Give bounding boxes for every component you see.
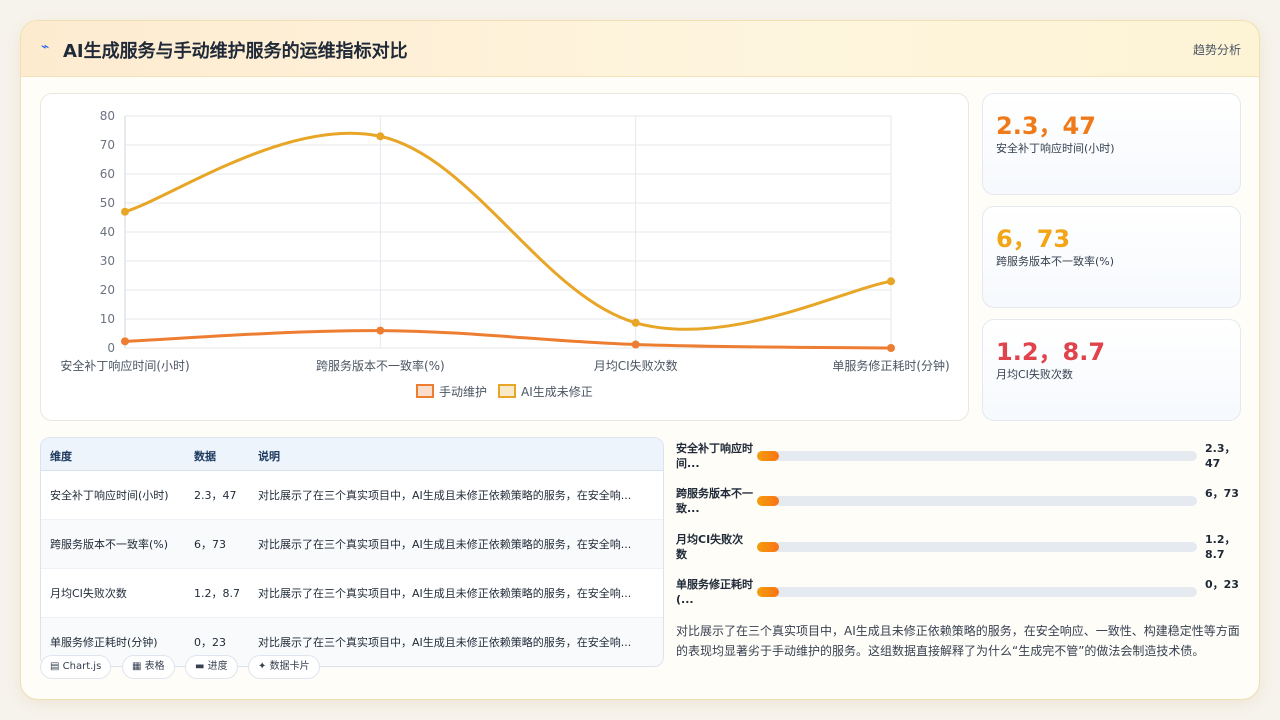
y-tick-label: 80: [100, 109, 115, 123]
chip-table[interactable]: ▦ 表格: [122, 655, 175, 679]
data-point-ai: [887, 277, 895, 286]
y-tick-label: 50: [100, 196, 115, 210]
chip-label: 进度: [207, 661, 228, 672]
x-tick-label: 单服务修正耗时(分钟): [832, 358, 949, 373]
legend-label: 手动维护: [439, 385, 487, 399]
data-point-manual: [887, 344, 895, 352]
cell-description: 对比展示了在三个真实项目中，AI生成且未修正依赖策略的服务，在安全响...: [258, 488, 632, 502]
dashboard-panel: ⌁ AI生成服务与手动维护服务的运维指标对比 趋势分析 0 10 20 30 40 50 6…: [20, 20, 1260, 700]
column-header-description: 说明: [258, 450, 280, 463]
column-header-dimension: 维度: [50, 450, 72, 463]
y-tick-label: 30: [100, 254, 115, 268]
cell-dimension: 跨服务版本不一致率(%): [50, 537, 169, 551]
line-chart: 0 10 20 30 40 50 60 70 80 安全补丁响应时间(小时) 跨服务版本不一致率(%…: [60, 109, 949, 399]
data-point-ai: [376, 132, 385, 141]
stat-card-patch-response: 2.3，47 安全补丁响应时间(小时): [982, 93, 1241, 195]
data-point-manual: [376, 326, 385, 335]
table-icon: ▦: [132, 661, 142, 672]
stat-value: 6，73: [996, 225, 1071, 253]
chip-label: 数据卡片: [269, 661, 310, 672]
trend-icon: ⌁: [41, 39, 50, 55]
progress-label: 跨服务版本不一致...: [676, 487, 753, 515]
stat-value: 2.3，47: [996, 112, 1096, 140]
stat-card-version-inconsistency: 6，73 跨服务版本不一致率(%): [982, 206, 1241, 308]
chip-label: 表格: [144, 661, 165, 672]
cell-data: 2.3，47: [194, 488, 237, 502]
x-tick-label: 跨服务版本不一致率(%): [316, 358, 445, 373]
progress-row: 跨服务版本不一致... 6，73: [676, 484, 1246, 524]
progress-row: 安全补丁响应时间... 2.3，47: [676, 439, 1246, 479]
y-tick-label: 40: [100, 225, 115, 239]
summary-text: 对比展示了在三个真实项目中，AI生成且未修正依赖策略的服务，在安全响应、一致性、…: [676, 624, 1240, 658]
stat-label: 安全补丁响应时间(小时): [996, 142, 1115, 155]
stat-label: 月均CI失败次数: [996, 368, 1073, 381]
column-header-data: 数据: [194, 450, 216, 463]
page-title: AI生成服务与手动维护服务的运维指标对比: [63, 41, 408, 62]
data-point-ai: [121, 207, 129, 216]
table-row: 安全补丁响应时间(小时) 2.3，47 对比展示了在三个真实项目中，AI生成且未…: [41, 471, 663, 520]
cell-data: 1.2，8.7: [194, 586, 240, 600]
progress-row: 单服务修正耗时(... 0，23: [676, 575, 1246, 615]
data-point-manual: [121, 337, 129, 346]
x-tick-label: 月均CI失败次数: [594, 358, 678, 373]
data-point-ai: [631, 318, 640, 327]
stat-value: 1.2，8.7: [996, 338, 1106, 366]
chip-label: Chart.js: [62, 661, 102, 672]
sparkle-icon: ✦: [258, 661, 267, 672]
progress-label: 单服务修正耗时(...: [676, 578, 753, 606]
chip-chartjs[interactable]: ▤ Chart.js: [40, 655, 112, 679]
progress-value: 1.2，8.7: [1205, 533, 1236, 561]
progress-fill: [757, 496, 779, 506]
panel-header: ⌁ AI生成服务与手动维护服务的运维指标对比 趋势分析: [21, 21, 1259, 77]
progress-track: [757, 451, 1197, 461]
table-header: 维度 数据 说明: [41, 438, 663, 471]
cell-dimension: 安全补丁响应时间(小时): [50, 488, 169, 502]
progress-label: 安全补丁响应时间...: [676, 442, 753, 470]
progress-track: [757, 587, 1197, 597]
legend-label: AI生成未修正: [521, 384, 593, 399]
line-chart-card: 0 10 20 30 40 50 60 70 80 安全补丁响应时间(小时) 跨服务版本不一致率(%…: [40, 93, 969, 421]
progress-fill: [757, 542, 779, 552]
y-tick-label: 0: [107, 341, 115, 355]
progress-row: 月均CI失败次数 1.2，8.7: [676, 530, 1246, 570]
table-row: 月均CI失败次数 1.2，8.7 对比展示了在三个真实项目中，AI生成且未修正依…: [41, 569, 663, 618]
legend-swatch: [498, 384, 516, 398]
data-point-manual: [631, 340, 640, 349]
chip-progress[interactable]: ▬ 进度: [185, 655, 238, 679]
chip-data-card[interactable]: ✦ 数据卡片: [248, 655, 320, 679]
y-tick-label: 70: [100, 138, 115, 152]
x-tick-label: 安全补丁响应时间(小时): [60, 358, 189, 373]
table-row: 跨服务版本不一致率(%) 6，73 对比展示了在三个真实项目中，AI生成且未修正…: [41, 520, 663, 569]
cell-description: 对比展示了在三个真实项目中，AI生成且未修正依赖策略的服务，在安全响...: [258, 537, 632, 551]
progress-value: 0，23: [1205, 578, 1239, 591]
y-tick-label: 10: [100, 312, 115, 326]
stat-label: 跨服务版本不一致率(%): [996, 255, 1115, 268]
chart-icon: ▤: [50, 661, 60, 672]
data-table: 维度 数据 说明 安全补丁响应时间(小时) 2.3，47 对比展示了在三个真实项…: [40, 437, 664, 667]
series-line-manual: [124, 329, 892, 350]
stat-card-ci-failures: 1.2，8.7 月均CI失败次数: [982, 319, 1241, 421]
progress-fill: [757, 451, 779, 461]
cell-data: 6，73: [194, 537, 226, 551]
cell-dimension: 月均CI失败次数: [50, 586, 127, 600]
y-tick-label: 60: [100, 167, 115, 181]
progress-value: 6，73: [1205, 487, 1239, 500]
cell-description: 对比展示了在三个真实项目中，AI生成且未修正依赖策略的服务，在安全响...: [258, 586, 632, 600]
progress-fill: [757, 587, 779, 597]
progress-track: [757, 542, 1197, 552]
progress-icon: ▬: [195, 661, 205, 672]
y-tick-label: 20: [100, 283, 115, 297]
progress-label: 月均CI失败次数: [676, 533, 744, 561]
series-line-ai: [124, 131, 892, 331]
progress-track: [757, 496, 1197, 506]
progress-value: 2.3，47: [1205, 442, 1236, 470]
trend-analysis-link[interactable]: 趋势分析: [1193, 41, 1241, 58]
legend-swatch: [416, 384, 434, 398]
